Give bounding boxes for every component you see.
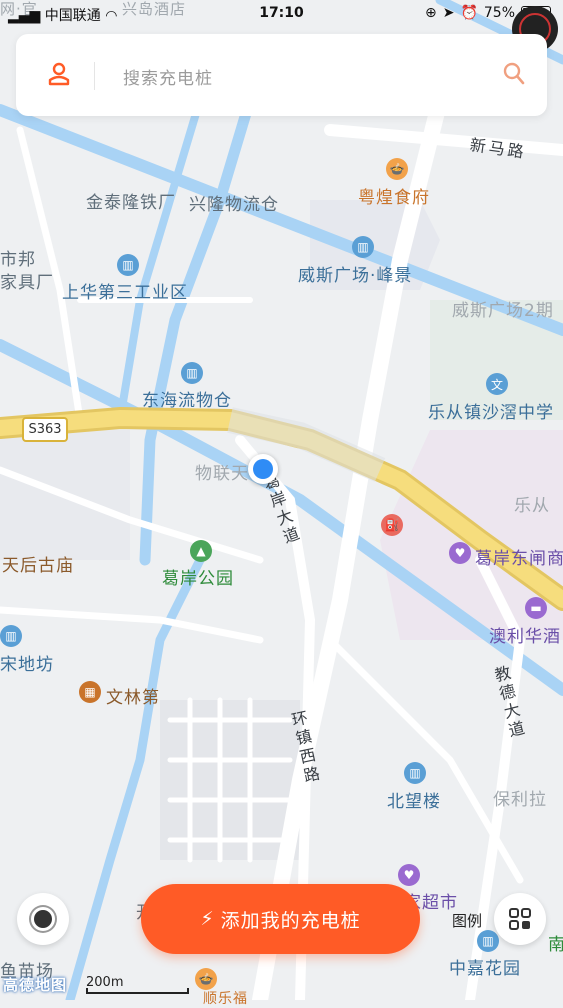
locate-me-button[interactable] [17,893,69,945]
restaurant-icon[interactable]: 🍲 [386,158,408,180]
lock-rotation-icon: ⊕ [424,5,437,21]
school-icon[interactable]: 文 [486,373,508,395]
current-location-marker [248,454,278,484]
shopping-icon[interactable]: ♥ [398,864,420,886]
legend-button[interactable] [494,893,546,945]
map-label: 威斯广场·峰景 [298,266,413,286]
search-icon[interactable] [503,62,525,90]
scale-bar [86,988,189,994]
map-label: 上华第三工业区 [62,283,188,303]
map-label: 金泰隆铁厂 [86,193,176,213]
map-label: 东海流物仓 [142,391,232,411]
map-label: 乐从 [514,496,550,516]
map-label: 中嘉花园 [449,959,521,979]
building-icon[interactable]: ▥ [404,762,426,784]
gas-station-icon[interactable]: ⛽ [381,514,403,536]
landmark-icon[interactable]: ▦ [79,681,101,703]
map-label: 葛岸东闸商 [475,549,563,569]
map-label: 南 [548,935,563,955]
map-label: 宋地坊 [0,655,54,675]
map-label: 北望楼 [387,792,441,812]
restaurant-icon[interactable]: 🍲 [195,968,217,990]
shopping-icon[interactable]: ♥ [449,542,471,564]
building-icon[interactable]: ▥ [117,254,139,276]
status-bar: ▂▄▆ 中国联通 ◠ 17:10 ⊕ ➤ ⏰ 75% [0,0,563,30]
park-icon[interactable]: ▲ [190,540,212,562]
grid-icon [509,908,531,930]
map-label: 威斯广场2期 [452,301,554,321]
map-label: 文林第 [106,688,160,708]
hotel-icon[interactable]: ▬ [525,597,547,619]
building-icon[interactable]: ▥ [477,930,499,952]
map-label: 澳利华酒 [489,627,561,647]
map-label: 保利拉 [493,790,547,810]
map-label: 兴隆物流仓 [189,195,279,215]
highway-shield: S363 [22,417,68,442]
add-charger-button[interactable]: ⚡ 添加我的充电桩 [141,884,420,954]
building-icon[interactable]: ▥ [352,236,374,258]
map-label: 顺乐福 [203,991,248,1007]
map-label: 物联天 [195,464,249,484]
map-label: 葛岸公园 [162,569,234,589]
search-input[interactable]: 搜索充电桩 [123,64,213,89]
locate-icon [34,910,52,928]
alarm-icon: ⏰ [460,5,478,21]
search-card[interactable]: 搜索充电桩 [16,34,547,116]
map-label: 家具厂 [0,273,54,293]
legend-label[interactable]: 图例 [452,910,482,931]
map-label: 市邦 [0,250,36,270]
location-arrow-icon: ➤ [442,5,455,21]
building-icon[interactable]: ▥ [181,362,203,384]
lightning-icon: ⚡ [200,908,215,930]
map-logo: 高德地图 [3,976,68,994]
map-label: 粤煌食府 [358,188,430,208]
map-label: 乐从镇沙滘中学 [428,403,554,423]
building-icon[interactable]: ▥ [0,625,22,647]
user-icon[interactable] [48,62,70,90]
map-label: 天后古庙 [2,556,74,576]
search-divider [94,62,95,90]
battery-percent: 75% [483,5,515,21]
